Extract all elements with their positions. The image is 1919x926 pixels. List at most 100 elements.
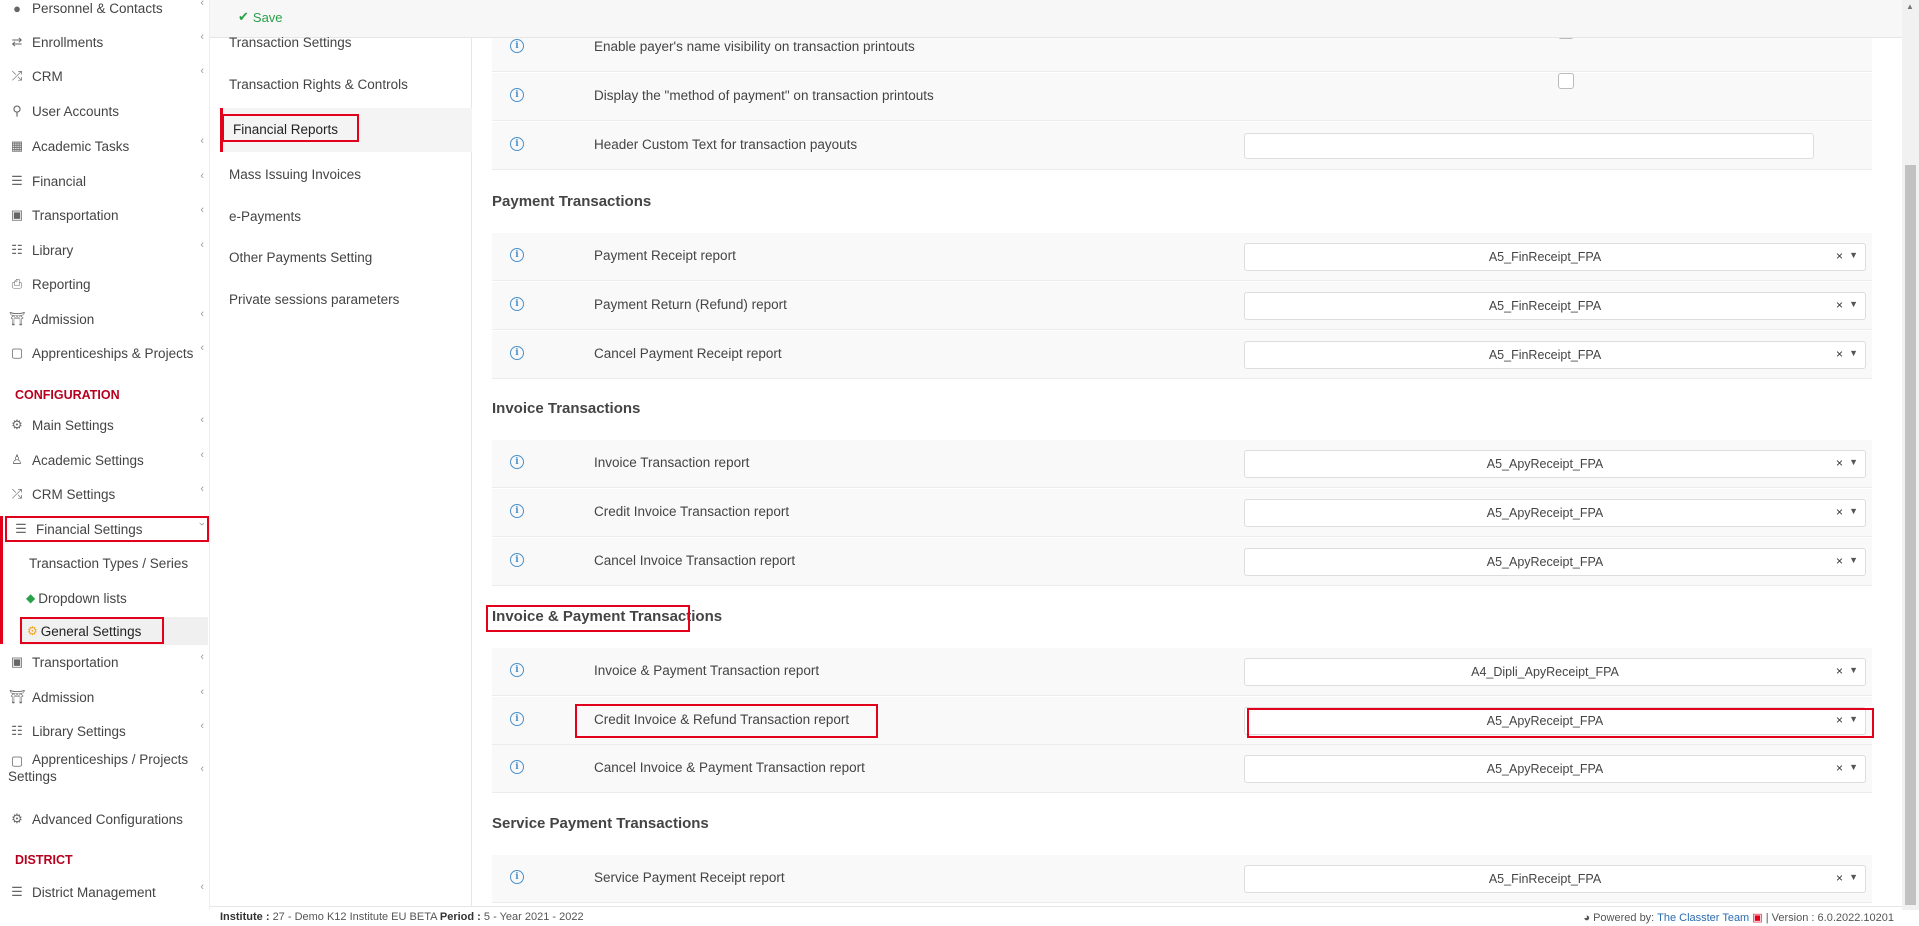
- submenu-item-e-payments[interactable]: e-Payments: [229, 209, 301, 224]
- info-icon[interactable]: i: [510, 455, 524, 469]
- report-select[interactable]: A5_FinReceipt_FPA × ▼: [1244, 243, 1866, 271]
- info-icon[interactable]: i: [510, 137, 524, 151]
- sidebar-item-admission[interactable]: ⛩ Admission ‹: [0, 304, 209, 334]
- submenu-item-transaction-rights[interactable]: Transaction Rights & Controls: [229, 77, 408, 92]
- submenu-item-private-sessions[interactable]: Private sessions parameters: [229, 292, 399, 307]
- submenu-item-mass-issuing-invoices[interactable]: Mass Issuing Invoices: [229, 167, 361, 182]
- section-header-district: DISTRICT: [15, 853, 73, 867]
- bus-icon: ▣: [10, 207, 24, 222]
- highlight-general-settings: [20, 617, 164, 644]
- chevron-left-icon: ‹: [200, 204, 204, 216]
- caret-down-icon: ▼: [1849, 872, 1858, 882]
- info-icon[interactable]: i: [510, 760, 524, 774]
- chevron-left-icon: ‹: [200, 763, 204, 775]
- clear-icon[interactable]: ×: [1836, 298, 1843, 312]
- sidebar-item-admission-settings[interactable]: ⛩ Admission ‹: [0, 682, 209, 712]
- bank-icon: ⛩: [8, 311, 26, 326]
- report-row: i Cancel Invoice & Payment Transaction r…: [492, 745, 1872, 793]
- clear-icon[interactable]: ×: [1836, 347, 1843, 361]
- info-icon[interactable]: i: [510, 88, 524, 102]
- top-toolbar: ✔ Save: [210, 0, 1919, 38]
- bus-icon: ▣: [10, 654, 24, 669]
- gears-icon: ⚙: [11, 811, 23, 826]
- submenu-item-transaction-settings[interactable]: Transaction Settings: [229, 35, 352, 50]
- sidebar-item-transportation[interactable]: ▣ Transportation ‹: [0, 200, 209, 230]
- group-title-invoice: Invoice Transactions: [492, 400, 641, 417]
- clear-icon[interactable]: ×: [1836, 554, 1843, 568]
- caret-down-icon: ▼: [1849, 506, 1858, 516]
- sidebar-subitem-transaction-types[interactable]: Transaction Types / Series: [0, 549, 209, 577]
- chevron-left-icon: ‹: [200, 0, 204, 9]
- info-icon[interactable]: i: [510, 248, 524, 262]
- submenu-item-other-payments[interactable]: Other Payments Setting: [229, 250, 372, 265]
- powered-by: ◕ Powered by: The Classter Team ▣ | Vers…: [1583, 912, 1894, 924]
- sidebar-item-apprenticeships[interactable]: ▢ Apprenticeships & Projects ‹: [0, 338, 209, 368]
- report-select[interactable]: A5_FinReceipt_FPA × ▼: [1244, 292, 1866, 320]
- save-button[interactable]: ✔ Save: [238, 9, 283, 25]
- caret-down-icon: ▼: [1849, 762, 1858, 772]
- layers-icon: ◆: [26, 591, 36, 605]
- info-icon[interactable]: i: [510, 297, 524, 311]
- sidebar-item-reporting[interactable]: ⎙ Reporting: [0, 269, 209, 299]
- report-select[interactable]: A5_ApyReceipt_FPA × ▼: [1244, 450, 1866, 478]
- info-icon[interactable]: i: [510, 870, 524, 884]
- report-select[interactable]: A5_FinReceipt_FPA × ▼: [1244, 865, 1866, 893]
- report-select[interactable]: A5_ApyReceipt_FPA × ▼: [1244, 499, 1866, 527]
- report-select[interactable]: A5_ApyReceipt_FPA × ▼: [1244, 548, 1866, 576]
- chevron-left-icon: ‹: [200, 483, 204, 495]
- box-icon: ▢: [10, 345, 24, 360]
- clear-icon[interactable]: ×: [1836, 871, 1843, 885]
- sidebar-item-enrollments[interactable]: ⇄ Enrollments ‹: [0, 27, 209, 57]
- sidebar-item-crm[interactable]: ⤮ CRM ‹: [0, 61, 209, 91]
- clear-icon[interactable]: ×: [1836, 505, 1843, 519]
- sidebar-item-user-accounts[interactable]: ⚲ User Accounts: [0, 96, 209, 126]
- method-of-payment-checkbox[interactable]: [1558, 73, 1574, 89]
- sidebar-item-transportation-settings[interactable]: ▣ Transportation ‹: [0, 647, 209, 677]
- clear-icon[interactable]: ×: [1836, 249, 1843, 263]
- financial-reports-panel: i Enable payer's name visibility on tran…: [472, 38, 1909, 910]
- clear-icon[interactable]: ×: [1836, 664, 1843, 678]
- report-row: i Cancel Invoice Transaction report A5_A…: [492, 538, 1872, 586]
- setting-label: Header Custom Text for transaction payou…: [594, 137, 858, 152]
- sidebar-item-apprenticeships-settings[interactable]: ▢ Apprenticeships / Projects Settings ‹: [0, 751, 209, 791]
- shuffle-icon: ⤮: [11, 68, 23, 83]
- report-row: i Invoice & Payment Transaction report A…: [492, 648, 1872, 696]
- sidebar-item-personnel[interactable]: ● Personnel & Contacts ‹: [0, 0, 209, 23]
- sidebar-item-main-settings[interactable]: ⚙ Main Settings ‹: [0, 410, 209, 440]
- report-select[interactable]: A5_FinReceipt_FPA × ▼: [1244, 341, 1866, 369]
- sidebar-item-academic-settings[interactable]: ♙ Academic Settings ‹: [0, 445, 209, 475]
- footer: Institute : 27 - Demo K12 Institute EU B…: [210, 906, 1902, 926]
- sidebar-item-academic-tasks[interactable]: ▦ Academic Tasks ‹: [0, 131, 209, 161]
- info-icon[interactable]: i: [510, 346, 524, 360]
- clear-icon[interactable]: ×: [1836, 456, 1843, 470]
- bank-icon: ⛩: [8, 689, 26, 704]
- caret-down-icon: ▼: [1849, 250, 1858, 260]
- sidebar-item-crm-settings[interactable]: ⤮ CRM Settings ‹: [0, 479, 209, 509]
- report-row: i Service Payment Receipt report A5_FinR…: [492, 855, 1872, 903]
- info-icon[interactable]: i: [510, 553, 524, 567]
- chevron-left-icon: ‹: [200, 135, 204, 147]
- sidebar-item-district-management[interactable]: ☰ District Management ‹: [0, 877, 209, 907]
- caret-down-icon: ▼: [1849, 457, 1858, 467]
- header-custom-text-input[interactable]: [1244, 133, 1814, 159]
- sidebar-item-library-settings[interactable]: ☷ Library Settings ‹: [0, 716, 209, 746]
- institute-info: Institute : 27 - Demo K12 Institute EU B…: [220, 911, 584, 923]
- payer-name-checkbox[interactable]: [1558, 38, 1574, 39]
- highlight-group-invoice-payment: [486, 605, 690, 632]
- report-select[interactable]: A5_ApyReceipt_FPA × ▼: [1244, 755, 1866, 783]
- scroll-thumb[interactable]: [1905, 165, 1916, 905]
- info-icon[interactable]: i: [510, 663, 524, 677]
- sidebar-item-library[interactable]: ☷ Library ‹: [0, 235, 209, 265]
- classter-team-link[interactable]: The Classter Team: [1657, 912, 1749, 924]
- report-select[interactable]: A4_Dipli_ApyReceipt_FPA × ▼: [1244, 658, 1866, 686]
- person-icon: ●: [13, 0, 21, 16]
- info-icon[interactable]: i: [510, 712, 524, 726]
- scrollbar[interactable]: ▲: [1902, 0, 1919, 910]
- clear-icon[interactable]: ×: [1836, 761, 1843, 775]
- info-icon[interactable]: i: [510, 504, 524, 518]
- scroll-up-icon[interactable]: ▲: [1906, 2, 1914, 11]
- sidebar-item-advanced-configurations[interactable]: ⚙ Advanced Configurations: [0, 804, 209, 834]
- info-icon[interactable]: i: [510, 39, 524, 53]
- sidebar-item-financial[interactable]: ☰ Financial ‹: [0, 166, 209, 196]
- sidebar-subitem-dropdown-lists[interactable]: ◆ Dropdown lists: [0, 584, 209, 612]
